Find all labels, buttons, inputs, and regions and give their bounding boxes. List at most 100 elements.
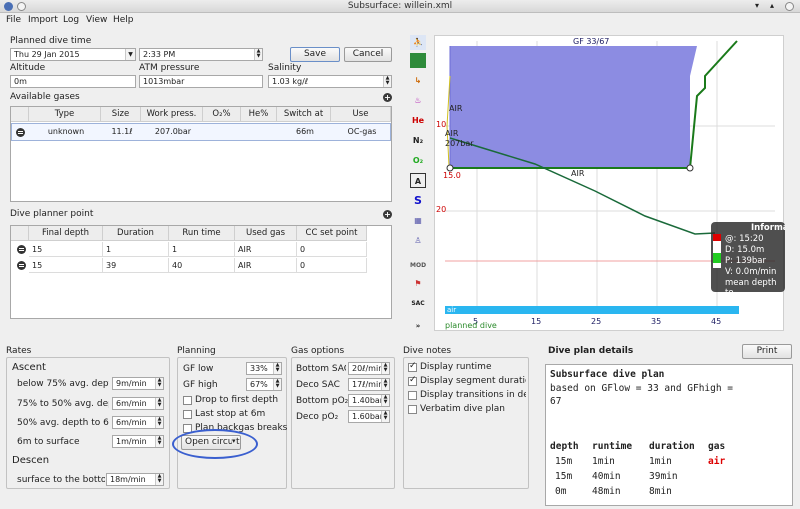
n2-icon[interactable]: N₂: [410, 133, 426, 148]
table-cell[interactable]: 207.0bar: [142, 124, 204, 139]
display-transitions-checkbox[interactable]: [408, 391, 417, 400]
rate-field[interactable]: 18m/min ▲ ▼: [106, 473, 164, 486]
spin-arrows-icon[interactable]: ▲ ▼: [155, 436, 163, 447]
table-cell[interactable]: 11.1ℓ: [102, 124, 142, 139]
col-header[interactable]: O₂%: [203, 107, 241, 122]
sac-icon[interactable]: S: [410, 193, 426, 208]
table-cell[interactable]: 40: [169, 258, 235, 273]
ead-icon[interactable]: ⚑: [410, 276, 426, 291]
minimize-icon[interactable]: ▾: [755, 1, 759, 10]
spin-arrows-icon[interactable]: ▲ ▼: [273, 363, 281, 374]
menu-help[interactable]: Help: [113, 15, 134, 25]
dive-profile-icon[interactable]: ⛹: [410, 35, 426, 50]
col-header[interactable]: Final depth: [29, 226, 103, 241]
table-cell[interactable]: 0: [297, 242, 367, 257]
scale-icon[interactable]: A: [410, 173, 426, 188]
drop-first-depth-checkbox[interactable]: [183, 396, 192, 405]
col-header[interactable]: He%: [241, 107, 277, 122]
waypoint-marker[interactable]: [686, 164, 694, 172]
dive-plan-text[interactable]: Subsurface dive plan based on GFlow = 33…: [545, 364, 793, 506]
print-button[interactable]: Print: [742, 344, 792, 359]
col-header[interactable]: Switch at: [277, 107, 331, 122]
save-button[interactable]: Save: [290, 47, 340, 62]
event-icon[interactable]: ♨: [410, 93, 426, 108]
add-gas-button[interactable]: +: [383, 93, 392, 102]
col-header[interactable]: Work press.: [141, 107, 203, 122]
col-header[interactable]: CC set point: [297, 226, 367, 241]
gf-high-field[interactable]: 67% ▲ ▼: [246, 378, 282, 391]
time-field[interactable]: 2:33 PM ▲ ▼: [139, 48, 263, 61]
deco-icon[interactable]: ↳: [410, 73, 426, 88]
table-row[interactable]: unknown 11.1ℓ 207.0bar 66m OC-gas: [11, 123, 391, 141]
spin-arrows-icon[interactable]: ▲ ▼: [155, 417, 163, 428]
salinity-field[interactable]: 1.03 kg/ℓ ▲ ▼: [268, 75, 392, 88]
table-cell[interactable]: AIR: [235, 258, 297, 273]
sac-rate-icon[interactable]: SAC: [410, 296, 426, 311]
gas-option-field[interactable]: 20ℓ/min ▲ ▼: [348, 362, 390, 375]
spin-arrows-icon[interactable]: ▲ ▼: [155, 398, 163, 409]
spin-arrows-icon[interactable]: ▲ ▼: [273, 379, 281, 390]
spin-arrows-icon[interactable]: ▲ ▼: [381, 363, 389, 374]
table-cell[interactable]: unknown: [30, 124, 102, 139]
spin-arrows-icon[interactable]: ▲ ▼: [381, 395, 389, 406]
table-cell[interactable]: 39: [103, 258, 169, 273]
ruler-icon[interactable]: ▦: [410, 213, 426, 228]
he-icon[interactable]: He: [410, 113, 426, 128]
tissue-icon[interactable]: ♙: [410, 233, 426, 248]
date-field[interactable]: Thu 29 Jan 2015 ▼: [10, 48, 136, 61]
dive-profile-plot[interactable]: GF 33/67 10 15.0 20 AIR AIR 207bar AIR 5…: [434, 35, 785, 331]
col-header[interactable]: Size: [101, 107, 141, 122]
table-cell[interactable]: 15: [29, 242, 103, 257]
table-cell[interactable]: [204, 124, 242, 139]
col-header[interactable]: Used gas: [235, 226, 297, 241]
spin-arrows-icon[interactable]: ▲ ▼: [383, 76, 391, 87]
table-cell[interactable]: AIR: [235, 242, 297, 257]
cancel-button[interactable]: Cancel: [344, 47, 392, 62]
menu-log[interactable]: Log: [63, 15, 79, 25]
rate-field[interactable]: 6m/min ▲ ▼: [112, 397, 164, 410]
table-row[interactable]: 15 1 1 AIR 0: [11, 242, 367, 258]
altitude-field[interactable]: 0m: [10, 75, 136, 88]
gas-option-field[interactable]: 1.40bar ▲ ▼: [348, 394, 390, 407]
spin-arrows-icon[interactable]: ▲ ▼: [381, 411, 389, 422]
menu-file[interactable]: File: [6, 15, 21, 25]
last-stop-checkbox[interactable]: [183, 410, 192, 419]
table-cell[interactable]: 66m: [278, 124, 332, 139]
remove-row-icon[interactable]: [17, 245, 26, 254]
chevron-down-icon[interactable]: ▼: [125, 49, 135, 60]
col-header[interactable]: Duration: [103, 226, 169, 241]
spin-arrows-icon[interactable]: ▲ ▼: [381, 379, 389, 390]
ceiling-icon[interactable]: [410, 53, 426, 68]
add-point-button[interactable]: +: [383, 210, 392, 219]
verbatim-checkbox[interactable]: [408, 405, 417, 414]
rate-field[interactable]: 9m/min ▲ ▼: [112, 377, 164, 390]
mod-icon[interactable]: MOD: [410, 258, 426, 273]
o2-icon[interactable]: O₂: [410, 153, 426, 168]
close-button[interactable]: [785, 2, 794, 11]
display-runtime-checkbox[interactable]: [408, 361, 417, 372]
col-header[interactable]: Run time: [169, 226, 235, 241]
spin-arrows-icon[interactable]: ▲ ▼: [254, 49, 262, 60]
table-cell[interactable]: 1: [103, 242, 169, 257]
rate-field[interactable]: 6m/min ▲ ▼: [112, 416, 164, 429]
gas-option-field[interactable]: 17ℓ/min ▲ ▼: [348, 378, 390, 391]
maximize-icon[interactable]: ▴: [770, 1, 774, 10]
remove-row-icon[interactable]: [16, 128, 25, 137]
table-cell[interactable]: 0: [297, 258, 367, 273]
rate-field[interactable]: 1m/min ▲ ▼: [112, 435, 164, 448]
table-row[interactable]: 15 39 40 AIR 0: [11, 258, 367, 274]
more-icon[interactable]: »: [410, 319, 426, 334]
menu-view[interactable]: View: [86, 15, 107, 25]
col-header[interactable]: Use: [331, 107, 391, 122]
table-cell[interactable]: [242, 124, 278, 139]
col-header[interactable]: Type: [29, 107, 101, 122]
gas-option-field[interactable]: 1.60bar ▲ ▼: [348, 410, 390, 423]
display-segment-checkbox[interactable]: [408, 375, 417, 386]
atm-pressure-field[interactable]: 1013mbar: [139, 75, 263, 88]
table-cell[interactable]: OC-gas: [332, 124, 392, 139]
gf-low-field[interactable]: 33% ▲ ▼: [246, 362, 282, 375]
menu-import[interactable]: Import: [28, 15, 58, 25]
spin-arrows-icon[interactable]: ▲ ▼: [155, 474, 163, 485]
remove-row-icon[interactable]: [17, 261, 26, 270]
table-cell[interactable]: 15: [29, 258, 103, 273]
